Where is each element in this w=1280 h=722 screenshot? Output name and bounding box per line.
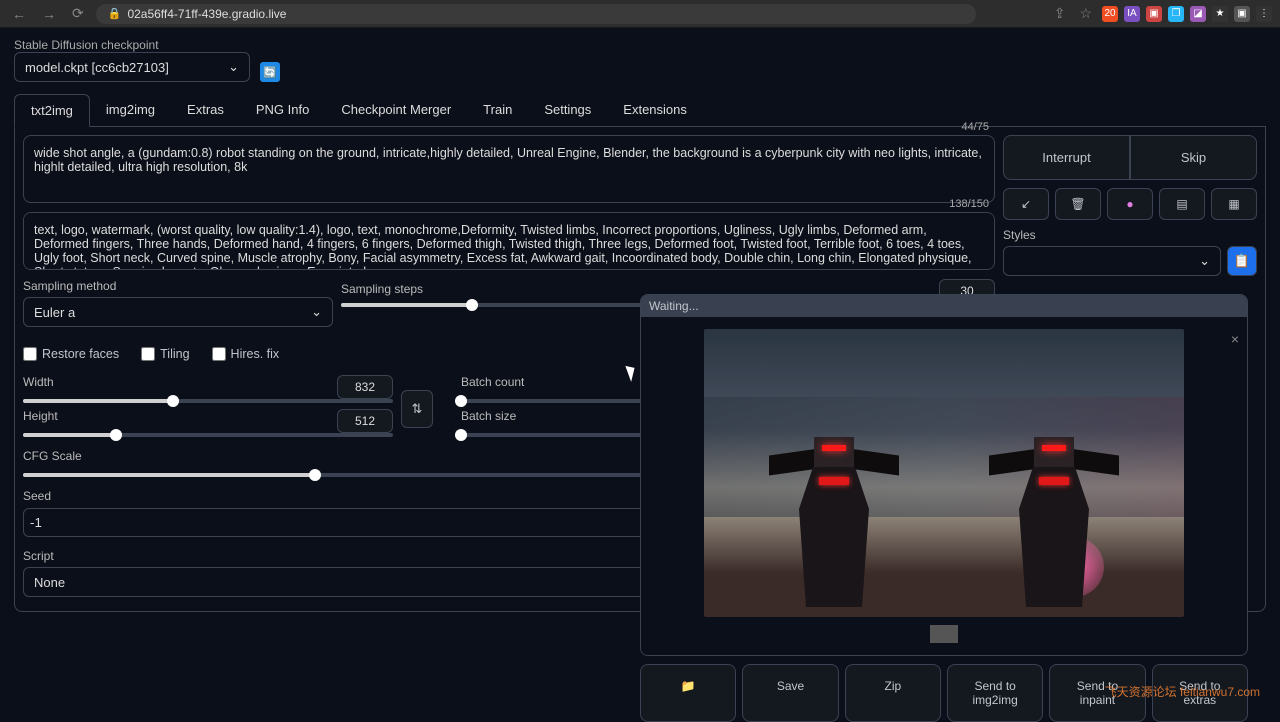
chevron-down-icon: ⌄ bbox=[228, 59, 239, 75]
preview-panel: Waiting... × bbox=[640, 294, 1248, 656]
tab-checkpoint-merger[interactable]: Checkpoint Merger bbox=[325, 94, 467, 126]
mini-button-4[interactable]: ▦ bbox=[1211, 188, 1257, 220]
tab-extensions[interactable]: Extensions bbox=[607, 94, 703, 126]
ext-icon-5[interactable]: ★ bbox=[1212, 6, 1228, 22]
mini-button-0[interactable]: ↙ bbox=[1003, 188, 1049, 220]
star-icon[interactable]: ☆ bbox=[1075, 3, 1096, 24]
bottom-button-2[interactable]: Zip bbox=[845, 664, 941, 722]
apply-style-button[interactable]: 📋 bbox=[1227, 246, 1257, 276]
prompt-input[interactable] bbox=[23, 135, 995, 203]
back-icon[interactable]: ← bbox=[8, 4, 30, 24]
mini-button-3[interactable]: ▤ bbox=[1159, 188, 1205, 220]
preview-status: Waiting... bbox=[641, 295, 1247, 317]
checkpoint-dropdown[interactable]: model.ckpt [cc6cb27103] ⌄ bbox=[14, 52, 250, 82]
interrupt-button[interactable]: Interrupt bbox=[1003, 135, 1130, 180]
ext-icon-1[interactable]: IA bbox=[1124, 6, 1140, 22]
ext-icon-7[interactable]: ⋮ bbox=[1256, 6, 1272, 22]
mini-button-1[interactable]: 🗑 bbox=[1055, 188, 1101, 220]
thumbnail[interactable] bbox=[930, 625, 958, 643]
tab-train[interactable]: Train bbox=[467, 94, 528, 126]
styles-dropdown[interactable]: ⌄ bbox=[1003, 246, 1221, 276]
sampling-method-label: Sampling method bbox=[23, 279, 333, 293]
neg-prompt-count: 138/150 bbox=[949, 198, 989, 210]
width-label: Width bbox=[23, 375, 54, 395]
steps-label: Sampling steps bbox=[341, 282, 423, 296]
lock-icon: 🔒 bbox=[108, 7, 122, 20]
tab-settings[interactable]: Settings bbox=[528, 94, 607, 126]
bottom-button-4[interactable]: Send to inpaint bbox=[1049, 664, 1145, 722]
bottom-button-5[interactable]: Send to extras bbox=[1152, 664, 1248, 722]
ext-icon-6[interactable]: ▣ bbox=[1234, 6, 1250, 22]
width-slider[interactable] bbox=[23, 399, 393, 403]
generated-image[interactable] bbox=[704, 329, 1184, 617]
sampling-method-dropdown[interactable]: Euler a ⌄ bbox=[23, 297, 333, 327]
cfg-label: CFG Scale bbox=[23, 449, 82, 469]
ext-icon-0[interactable]: 20 bbox=[1102, 6, 1118, 22]
skip-button[interactable]: Skip bbox=[1130, 135, 1257, 180]
tab-txt2img[interactable]: txt2img bbox=[14, 94, 90, 127]
height-value[interactable] bbox=[337, 409, 393, 433]
batch-count-label: Batch count bbox=[461, 375, 524, 395]
bottom-button-3[interactable]: Send to img2img bbox=[947, 664, 1043, 722]
mini-button-2[interactable]: ● bbox=[1107, 188, 1153, 220]
chevron-down-icon: ⌄ bbox=[311, 304, 322, 320]
height-slider[interactable] bbox=[23, 433, 393, 437]
tiling-checkbox[interactable]: Tiling bbox=[141, 347, 189, 361]
ext-icon-2[interactable]: ▣ bbox=[1146, 6, 1162, 22]
tab-img2img[interactable]: img2img bbox=[90, 94, 171, 126]
hires-fix-checkbox[interactable]: Hires. fix bbox=[212, 347, 280, 361]
bottom-button-0[interactable]: 📁 bbox=[640, 664, 736, 722]
ext-icon-3[interactable]: ❐ bbox=[1168, 6, 1184, 22]
url-text: 02a56ff4-71ff-439e.gradio.live bbox=[127, 7, 286, 21]
forward-icon[interactable]: → bbox=[38, 4, 60, 24]
ext-icon-4[interactable]: ◪ bbox=[1190, 6, 1206, 22]
share-icon[interactable]: ⇪ bbox=[1050, 3, 1070, 24]
tab-extras[interactable]: Extras bbox=[171, 94, 240, 126]
tab-png-info[interactable]: PNG Info bbox=[240, 94, 325, 126]
checkpoint-label: Stable Diffusion checkpoint bbox=[14, 38, 250, 52]
batch-size-label: Batch size bbox=[461, 409, 516, 429]
width-value[interactable] bbox=[337, 375, 393, 399]
chevron-down-icon: ⌄ bbox=[1199, 253, 1210, 269]
height-label: Height bbox=[23, 409, 58, 429]
neg-prompt-input[interactable] bbox=[23, 212, 995, 270]
prompt-count: 44/75 bbox=[961, 121, 989, 133]
styles-label: Styles bbox=[1003, 228, 1221, 242]
restore-faces-checkbox[interactable]: Restore faces bbox=[23, 347, 119, 361]
address-bar[interactable]: 🔒 02a56ff4-71ff-439e.gradio.live bbox=[96, 4, 976, 24]
refresh-checkpoint-button[interactable]: 🔄 bbox=[260, 62, 280, 82]
reload-icon[interactable]: ⟳ bbox=[68, 3, 88, 24]
swap-dims-button[interactable]: ⇅ bbox=[401, 390, 433, 428]
bottom-button-1[interactable]: Save bbox=[742, 664, 838, 722]
close-icon[interactable]: × bbox=[1231, 331, 1239, 347]
